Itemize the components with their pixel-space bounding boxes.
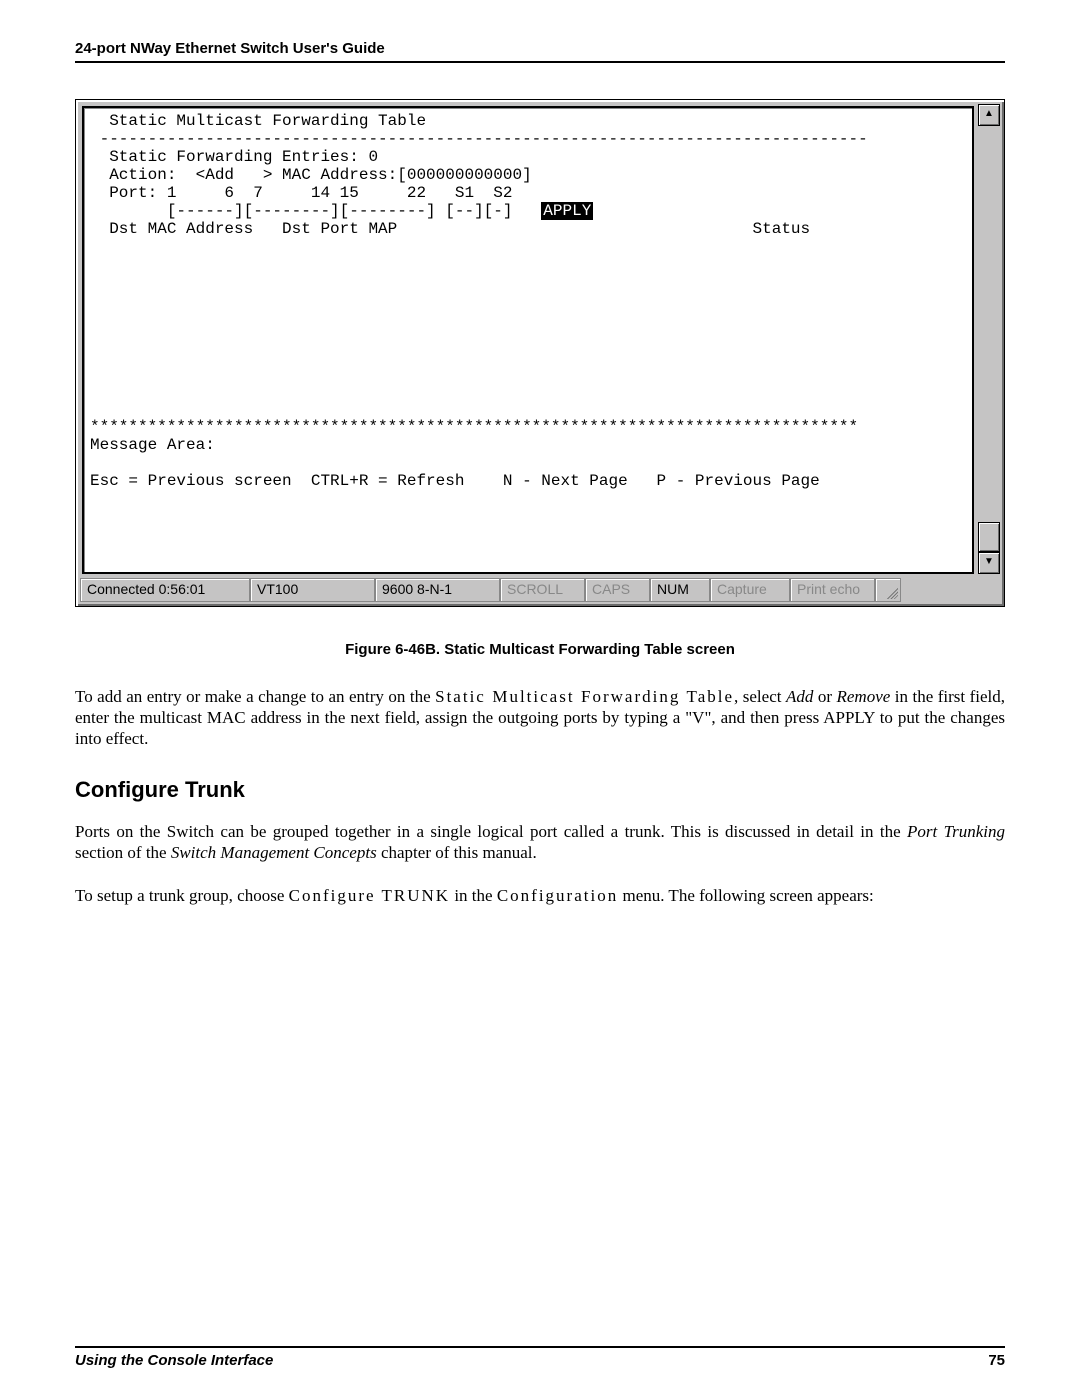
- text-italic: Switch Management Concepts: [171, 843, 377, 862]
- text: To add an entry or make a change to an e…: [75, 687, 435, 706]
- text: chapter of this manual.: [377, 843, 537, 862]
- status-num: NUM: [650, 578, 710, 602]
- text: Ports on the Switch can be grouped toget…: [75, 822, 907, 841]
- term-message-area: Message Area:: [90, 436, 215, 454]
- term-title: Static Multicast Forwarding Table: [90, 112, 426, 130]
- scroll-thumb[interactable]: [978, 522, 1000, 552]
- apply-button[interactable]: APPLY: [541, 202, 593, 220]
- status-emulation: VT100: [250, 578, 375, 602]
- term-stars: ****************************************…: [90, 418, 858, 436]
- status-caps: CAPS: [585, 578, 650, 602]
- text: To setup a trunk group, choose: [75, 886, 289, 905]
- text: or: [813, 687, 836, 706]
- resize-grip-icon[interactable]: [875, 578, 901, 602]
- status-capture: Capture: [710, 578, 790, 602]
- status-print-echo: Print echo: [790, 578, 875, 602]
- text-spaced: Static Multicast Forwarding Table: [435, 687, 734, 706]
- page-header: 24-port NWay Ethernet Switch User's Guid…: [75, 40, 1005, 57]
- status-bar: Connected 0:56:01 VT100 9600 8-N-1 SCROL…: [80, 578, 1000, 602]
- term-line-port: Port: 1 6 7 14 15 22 S1 S2: [90, 184, 512, 202]
- vertical-scrollbar[interactable]: [978, 104, 1000, 574]
- scroll-down-button[interactable]: [978, 552, 1000, 574]
- terminal-window: Static Multicast Forwarding Table ------…: [75, 99, 1005, 607]
- text-spaced: Configure TRUNK: [289, 886, 450, 905]
- figure-caption: Figure 6-46B. Static Multicast Forwardin…: [75, 641, 1005, 658]
- text-spaced: Configuration: [497, 886, 618, 905]
- status-scroll: SCROLL: [500, 578, 585, 602]
- section-heading: Configure Trunk: [75, 777, 1005, 803]
- paragraph-1: To add an entry or make a change to an e…: [75, 686, 1005, 749]
- text: menu. The following screen appears:: [618, 886, 874, 905]
- terminal-screen: Static Multicast Forwarding Table ------…: [82, 106, 974, 574]
- text: in the: [450, 886, 497, 905]
- term-line-entries: Static Forwarding Entries: 0: [90, 148, 378, 166]
- status-connected: Connected 0:56:01: [80, 578, 250, 602]
- header-rule: [75, 61, 1005, 63]
- page-number: 75: [988, 1352, 1005, 1369]
- term-line-action: Action: <Add > MAC Address:[000000000000…: [90, 166, 532, 184]
- term-line-brackets: [------][--------][--------] [--][-]: [90, 202, 541, 220]
- footer-section-title: Using the Console Interface: [75, 1352, 273, 1369]
- footer-rule: [75, 1346, 1005, 1348]
- text: , select: [734, 687, 786, 706]
- paragraph-3: To setup a trunk group, choose Configure…: [75, 885, 1005, 906]
- status-speed: 9600 8-N-1: [375, 578, 500, 602]
- text-italic: Port Trunking: [907, 822, 1005, 841]
- page-footer: Using the Console Interface 75: [75, 1346, 1005, 1369]
- term-hr: ----------------------------------------…: [90, 130, 868, 148]
- text: section of the: [75, 843, 171, 862]
- paragraph-2: Ports on the Switch can be grouped toget…: [75, 821, 1005, 863]
- term-help-line: Esc = Previous screen CTRL+R = Refresh N…: [90, 472, 820, 490]
- text-italic: Add: [786, 687, 813, 706]
- term-line-headers: Dst MAC Address Dst Port MAP Status: [90, 220, 810, 238]
- scroll-track[interactable]: [978, 126, 1000, 552]
- scroll-up-button[interactable]: [978, 104, 1000, 126]
- text-italic: Remove: [836, 687, 890, 706]
- terminal-content: Static Multicast Forwarding Table ------…: [84, 108, 972, 494]
